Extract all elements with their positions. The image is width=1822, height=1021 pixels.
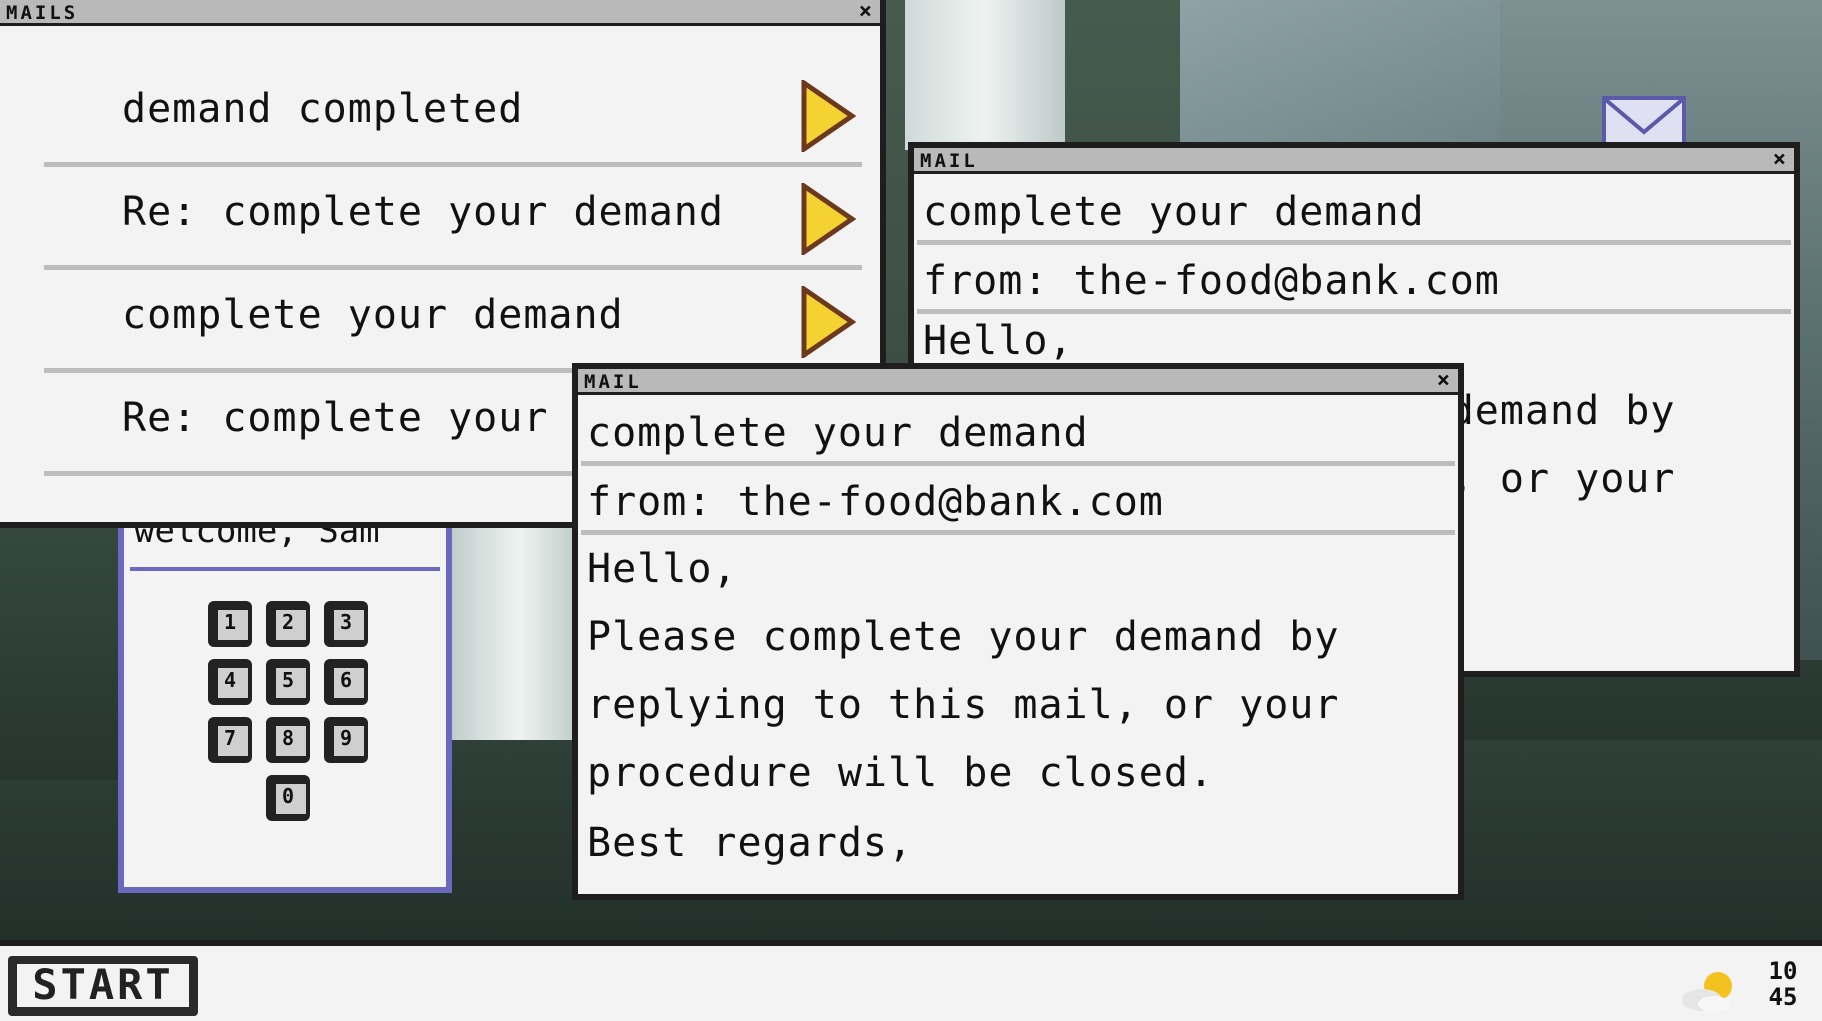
keypad-key-label: 0	[281, 784, 295, 808]
jungle-left-scenery	[0, 520, 118, 780]
keypad-key-label: 6	[339, 668, 353, 692]
keypad-key-2[interactable]: 2	[266, 601, 310, 647]
mail-subject: demand completed	[122, 86, 524, 132]
clock: 10 45	[1758, 958, 1808, 1010]
mail-window-title: MAIL	[920, 150, 978, 172]
mails-window-title: MAILS	[6, 2, 79, 24]
close-icon[interactable]: ×	[1773, 149, 1786, 171]
mail-body-line: Best regards,	[587, 820, 914, 866]
clock-minute: 45	[1768, 983, 1798, 1011]
mail-window-front: MAIL × complete your demand from: the-fo…	[572, 363, 1464, 900]
play-arrow-icon[interactable]	[800, 183, 856, 255]
keypad-key-3[interactable]: 3	[324, 601, 368, 647]
mail-list-item[interactable]: complete your demand	[44, 270, 862, 373]
mail-sender: from: the-food@bank.com	[587, 479, 1164, 525]
play-arrow-icon[interactable]	[800, 80, 856, 152]
keypad-key-5[interactable]: 5	[266, 659, 310, 705]
mail-body-line: Hello,	[923, 318, 1074, 364]
welcome-divider	[130, 567, 440, 571]
mail-subject-field: complete your demand	[581, 400, 1455, 466]
mail-subject-field: complete your demand	[917, 179, 1791, 245]
keypad-key-0[interactable]: 0	[266, 775, 310, 821]
mail-subject: complete your demand	[587, 410, 1089, 456]
mail-body-line: Hello,	[587, 546, 738, 592]
mail-body-line: replying to this mail, or your	[587, 682, 1340, 728]
mail-list-item[interactable]: Re: complete your demand	[44, 167, 862, 270]
keypad-key-label: 1	[223, 610, 237, 634]
mail-list-item[interactable]: demand completed	[44, 64, 862, 167]
mail-sender: from: the-food@bank.com	[923, 258, 1500, 304]
taskbar: START 10 45	[0, 940, 1822, 1021]
mail-subject: Re: complete your demand	[122, 189, 724, 235]
close-icon[interactable]: ×	[1437, 370, 1450, 392]
keypad-key-label: 3	[339, 610, 353, 634]
mail-body-line: Please complete your demand by	[587, 614, 1340, 660]
start-button-label: START	[14, 961, 192, 1010]
keypad-key-label: 8	[281, 726, 295, 750]
mail-from-field: from: the-food@bank.com	[917, 248, 1791, 314]
keypad-key-label: 2	[281, 610, 295, 634]
partly-sunny-icon	[1682, 972, 1732, 1012]
play-arrow-icon[interactable]	[800, 286, 856, 358]
mail-subject: complete your demand	[923, 189, 1425, 235]
keypad-key-label: 9	[339, 726, 353, 750]
keypad-key-8[interactable]: 8	[266, 717, 310, 763]
mail-window-title: MAIL	[584, 371, 642, 393]
mail-subject: complete your demand	[122, 292, 624, 338]
keypad-key-label: 5	[281, 668, 295, 692]
keypad-key-7[interactable]: 7	[208, 717, 252, 763]
login-panel: welcome, Sam 1 2 3 4 5 6 7 8 9 0	[118, 511, 452, 893]
keypad-key-6[interactable]: 6	[324, 659, 368, 705]
start-button[interactable]: START	[8, 956, 198, 1016]
keypad-key-label: 4	[223, 668, 237, 692]
mail-from-field: from: the-food@bank.com	[581, 469, 1455, 535]
keypad-key-label: 7	[223, 726, 237, 750]
close-icon[interactable]: ×	[859, 1, 872, 23]
mail-titlebar[interactable]: MAIL ×	[578, 369, 1458, 395]
mails-titlebar[interactable]: MAILS ×	[0, 0, 880, 26]
mail-titlebar[interactable]: MAIL ×	[914, 148, 1794, 174]
keypad-key-1[interactable]: 1	[208, 601, 252, 647]
keypad-key-9[interactable]: 9	[324, 717, 368, 763]
keypad-key-4[interactable]: 4	[208, 659, 252, 705]
mail-body-line: procedure will be closed.	[587, 750, 1215, 796]
clock-hour: 10	[1768, 957, 1798, 985]
waterfall-scenery	[905, 0, 1065, 150]
